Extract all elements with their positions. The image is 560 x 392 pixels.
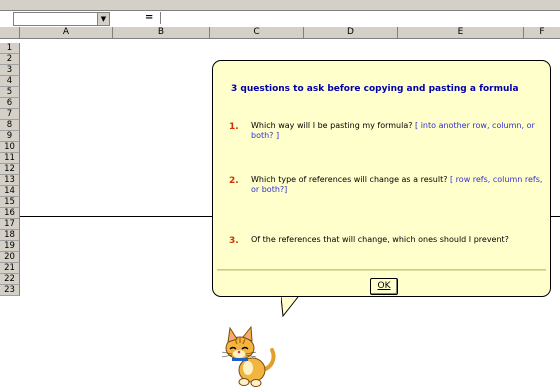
row-header[interactable]: 18 [0, 230, 20, 241]
formula-input[interactable] [160, 12, 559, 24]
question-text-block: Which way will I be pasting my formula? … [251, 121, 546, 141]
row-header[interactable]: 19 [0, 241, 20, 252]
column-header[interactable]: D [304, 27, 398, 39]
row-header[interactable]: 21 [0, 263, 20, 274]
column-header[interactable]: E [398, 27, 524, 39]
column-header[interactable]: B [113, 27, 210, 39]
callout-divider [217, 269, 546, 271]
row-header[interactable]: 7 [0, 109, 20, 120]
office-cat-icon[interactable] [218, 322, 278, 388]
ok-button-label: OK [377, 281, 391, 291]
row-header[interactable]: 13 [0, 175, 20, 186]
name-box[interactable]: ▼ [13, 12, 110, 26]
question-text: Of the references that will change, whic… [251, 235, 509, 244]
chevron-down-icon[interactable]: ▼ [97, 13, 109, 25]
row-header[interactable]: 4 [0, 76, 20, 87]
row-header[interactable]: 9 [0, 131, 20, 142]
select-all-corner[interactable] [0, 27, 20, 39]
question-text: Which way will I be pasting my formula? [251, 121, 413, 130]
question-number: 1. [229, 122, 239, 132]
row-header[interactable]: 14 [0, 186, 20, 197]
row-header[interactable]: 2 [0, 54, 20, 65]
question-number: 2. [229, 176, 239, 186]
assistant-callout: 3 questions to ask before copying and pa… [212, 60, 551, 297]
row-header[interactable]: 22 [0, 274, 20, 285]
row-header[interactable]: 11 [0, 153, 20, 164]
row-header[interactable]: 6 [0, 98, 20, 109]
row-header[interactable]: 15 [0, 197, 20, 208]
callout-title: 3 questions to ask before copying and pa… [231, 84, 519, 94]
question-number: 3. [229, 236, 239, 246]
row-header[interactable]: 1 [0, 43, 20, 54]
ok-button[interactable]: OK [370, 278, 398, 295]
column-header[interactable]: A [20, 27, 113, 39]
row-header[interactable]: 8 [0, 120, 20, 131]
row-header[interactable]: 12 [0, 164, 20, 175]
row-header[interactable]: 3 [0, 65, 20, 76]
callout-tail [281, 296, 299, 318]
row-header[interactable]: 16 [0, 208, 20, 219]
column-header[interactable]: C [210, 27, 304, 39]
row-header[interactable]: 20 [0, 252, 20, 263]
formula-equals[interactable]: = [145, 12, 153, 23]
row-header[interactable]: 10 [0, 142, 20, 153]
row-header[interactable]: 5 [0, 87, 20, 98]
question-text: Which type of references will change as … [251, 175, 448, 184]
row-header[interactable]: 23 [0, 285, 20, 296]
row-header[interactable]: 17 [0, 219, 20, 230]
question-text-block: Of the references that will change, whic… [251, 235, 546, 245]
question-text-block: Which type of references will change as … [251, 175, 546, 195]
column-header[interactable]: F [524, 27, 560, 39]
toolbar-strip [0, 0, 560, 8]
formula-bar: ▼ = [0, 10, 560, 28]
